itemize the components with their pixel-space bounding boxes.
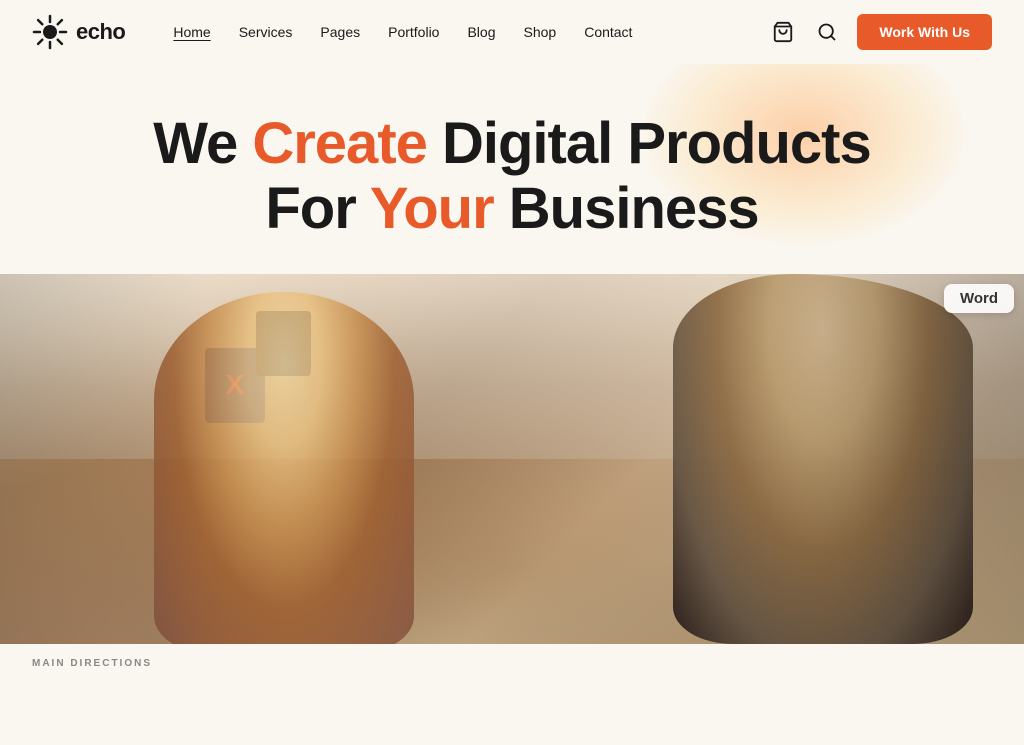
navbar: echo Home Services Pages Portfolio Blog … (0, 0, 1024, 64)
nav-pages[interactable]: Pages (320, 24, 360, 40)
nav-links: Home Services Pages Portfolio Blog Shop … (173, 24, 769, 40)
nav-services[interactable]: Services (239, 24, 293, 40)
nav-portfolio[interactable]: Portfolio (388, 24, 439, 40)
work-with-us-button[interactable]: Work With Us (857, 14, 992, 50)
hero-line1-pre: We (153, 111, 252, 176)
bottom-bar: MAIN DIRECTIONS (0, 644, 1024, 669)
hero-heading: We Create Digital Products For Your Busi… (20, 112, 1004, 242)
logo[interactable]: echo (32, 14, 125, 50)
logo-icon (32, 14, 68, 50)
nav-right: Work With Us (769, 14, 992, 50)
word-badge: Word (944, 284, 1014, 313)
nav-home[interactable]: Home (173, 24, 210, 40)
hero-line1: We Create Digital Products (153, 111, 870, 176)
hero-line2: For Your Business (265, 176, 758, 241)
cart-button[interactable] (769, 18, 797, 46)
hero-line1-post: Digital Products (427, 111, 871, 176)
nav-contact[interactable]: Contact (584, 24, 632, 40)
search-icon (817, 22, 837, 42)
hero-text: We Create Digital Products For Your Busi… (0, 64, 1024, 274)
cart-icon (772, 21, 794, 43)
main-directions-label: MAIN DIRECTIONS (32, 658, 152, 669)
hero-line2-highlight: Your (370, 176, 494, 241)
logo-text: echo (76, 19, 125, 45)
hero-section: We Create Digital Products For Your Busi… (0, 64, 1024, 644)
nav-blog[interactable]: Blog (467, 24, 495, 40)
hero-image-bg: X (0, 274, 1024, 644)
nav-shop[interactable]: Shop (524, 24, 557, 40)
search-button[interactable] (813, 18, 841, 46)
hero-image: X Word (0, 274, 1024, 644)
hero-line2-pre: For (265, 176, 370, 241)
hero-line1-highlight: Create (252, 111, 427, 176)
hero-line2-post: Business (494, 176, 759, 241)
photo-overlay (0, 274, 1024, 644)
